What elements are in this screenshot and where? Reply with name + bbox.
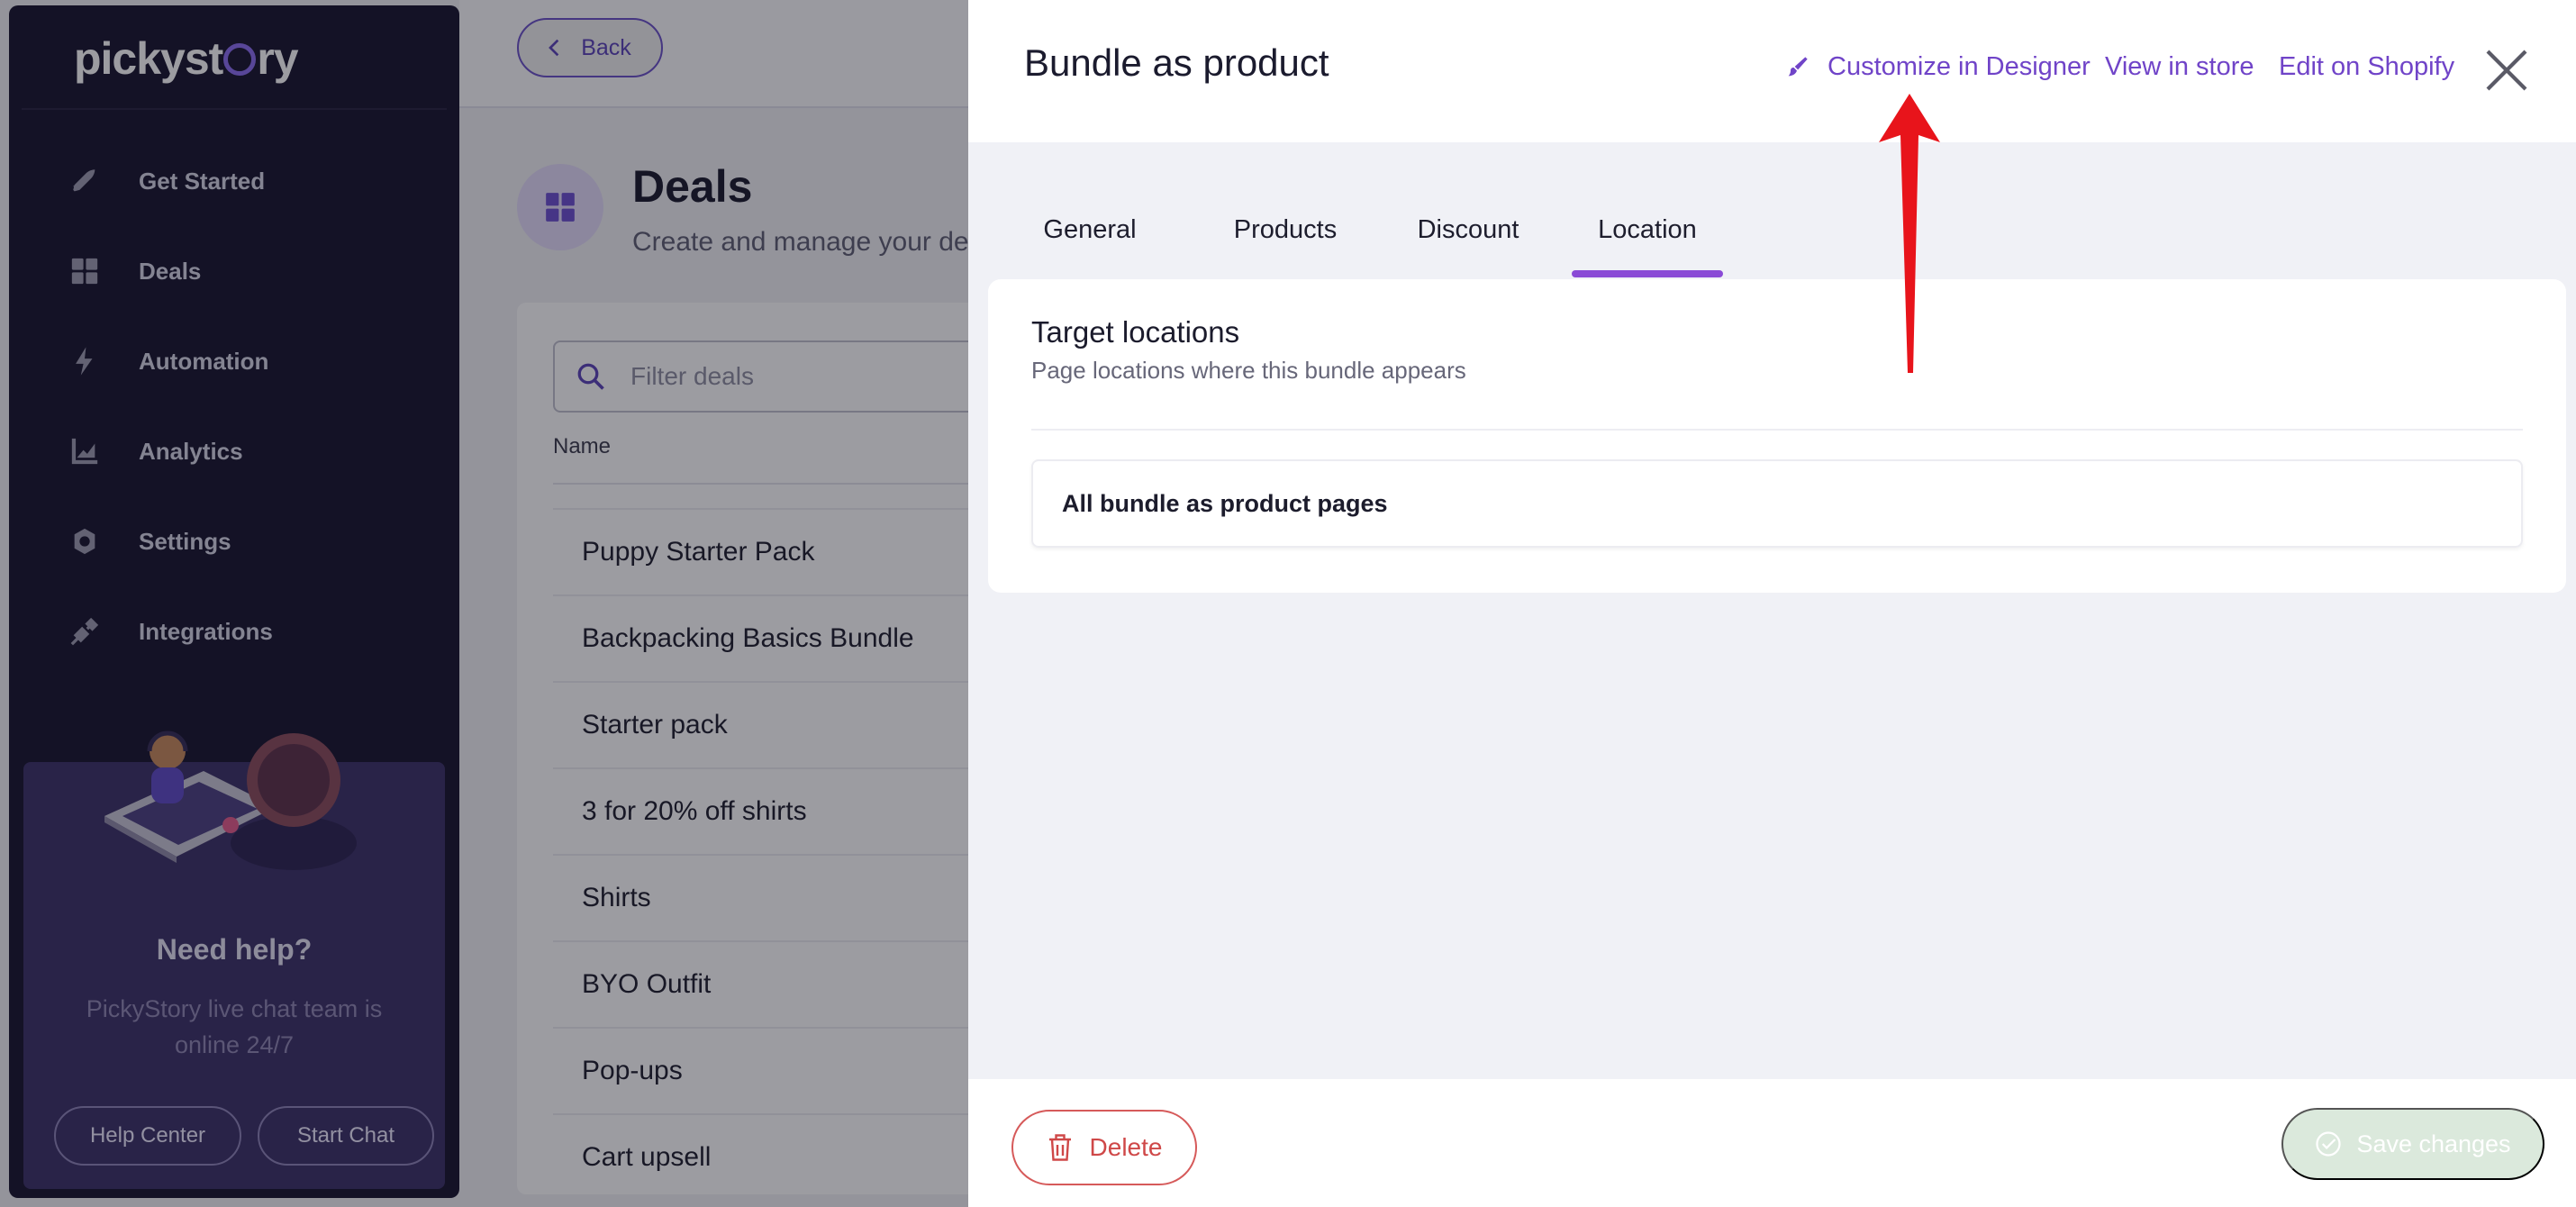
drawer-header: Bundle as product Customize in Designer … [968, 0, 2576, 142]
edit-on-shopify-link[interactable]: Edit on Shopify [2279, 52, 2454, 82]
tab-location[interactable]: Location [1572, 180, 1723, 279]
customize-in-designer-link[interactable]: Customize in Designer [1784, 52, 2091, 82]
location-option[interactable]: All bundle as product pages [1031, 459, 2523, 548]
drawer-title: Bundle as product [1024, 41, 1329, 84]
view-in-store-link[interactable]: View in store [2105, 52, 2254, 82]
save-changes-button[interactable]: Save changes [2281, 1108, 2544, 1180]
drawer-tabs: General Products Discount Location [968, 180, 2576, 279]
active-tab-indicator [1572, 270, 1723, 277]
close-icon[interactable] [2481, 45, 2532, 95]
section-subtitle: Page locations where this bundle appears [1031, 357, 1466, 384]
customize-label: Customize in Designer [1828, 52, 2091, 81]
save-label: Save changes [2356, 1130, 2511, 1157]
brush-icon [1788, 56, 1808, 76]
delete-label: Delete [1089, 1133, 1163, 1161]
app-window: pickyst ry Get Started Deals Automation A… [0, 0, 2576, 1207]
delete-button[interactable]: Delete [1011, 1110, 1197, 1185]
bundle-drawer: Bundle as product Customize in Designer … [968, 0, 2576, 1207]
check-circle-icon [2316, 1131, 2342, 1157]
tab-products[interactable]: Products [1204, 180, 1366, 279]
tab-discount[interactable]: Discount [1392, 180, 1545, 279]
trash-icon [1048, 1134, 1071, 1161]
section-title: Target locations [1031, 315, 1240, 349]
section-divider [1031, 429, 2523, 431]
tab-general[interactable]: General [1022, 180, 1157, 279]
drawer-footer: Delete Save changes [968, 1079, 2576, 1207]
target-locations-card: Target locations Page locations where th… [988, 279, 2566, 593]
location-option-label: All bundle as product pages [1062, 489, 1388, 517]
modal-backdrop[interactable] [0, 0, 968, 1207]
